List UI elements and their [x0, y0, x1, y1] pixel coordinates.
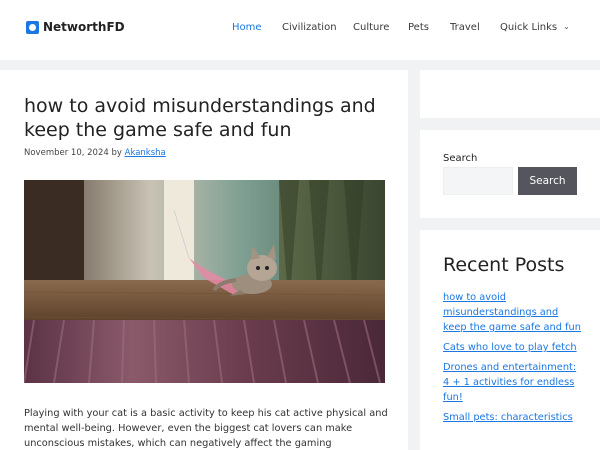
recent-posts-list: how to avoid misunderstandings and keep … [443, 290, 583, 430]
recent-post-item: Small pets: characteristics [443, 410, 583, 425]
article-by: by [111, 148, 122, 158]
recent-post-link[interactable]: how to avoid misunderstandings and keep … [443, 292, 581, 333]
article-date: November 10, 2024 [24, 148, 109, 158]
article-title: how to avoid misunderstandings and keep … [24, 95, 376, 141]
sidebar-widget-empty [420, 70, 600, 118]
nav-item-quick-links-label[interactable]: Quick Links [500, 22, 557, 33]
recent-post-item: Drones and entertainment: 4 + 1 activiti… [443, 360, 583, 405]
article-featured-image[interactable] [24, 180, 385, 383]
chevron-down-icon[interactable]: ⌄ [563, 22, 570, 31]
recent-post-link[interactable]: Cats who love to play fetch [443, 342, 577, 353]
site-header: NetworthFD Home Civilization Culture Pet… [0, 0, 600, 60]
recent-post-link[interactable]: Small pets: characteristics [443, 412, 573, 423]
recent-post-link[interactable]: Drones and entertainment: 4 + 1 activiti… [443, 362, 576, 403]
search-button[interactable]: Search [518, 167, 577, 195]
search-input[interactable] [443, 167, 513, 195]
main-nav: Home Civilization Culture Pets Travel Qu… [0, 22, 600, 38]
nav-item-quick-links[interactable]: Quick Links ⌄ [500, 22, 570, 33]
recent-post-item: Cats who love to play fetch [443, 340, 583, 355]
article-author-link[interactable]: Akanksha [125, 148, 166, 158]
nav-item-travel[interactable]: Travel [450, 22, 480, 33]
nav-item-home[interactable]: Home [232, 22, 262, 33]
recent-posts-title: Recent Posts [443, 254, 565, 276]
recent-post-item: how to avoid misunderstandings and keep … [443, 290, 583, 335]
article-container: how to avoid misunderstandings and keep … [0, 70, 408, 450]
nav-item-civilization[interactable]: Civilization [282, 22, 337, 33]
search-label: Search [443, 153, 478, 164]
recent-posts-widget: Recent Posts how to avoid misunderstandi… [420, 230, 600, 450]
kitten-photo-icon [24, 180, 385, 383]
nav-item-pets[interactable]: Pets [408, 22, 429, 33]
article-meta: November 10, 2024 by Akanksha [24, 148, 166, 158]
article-paragraph: Playing with your cat is a basic activit… [24, 408, 388, 449]
nav-item-culture[interactable]: Culture [353, 22, 389, 33]
search-widget: Search Search [420, 130, 600, 218]
